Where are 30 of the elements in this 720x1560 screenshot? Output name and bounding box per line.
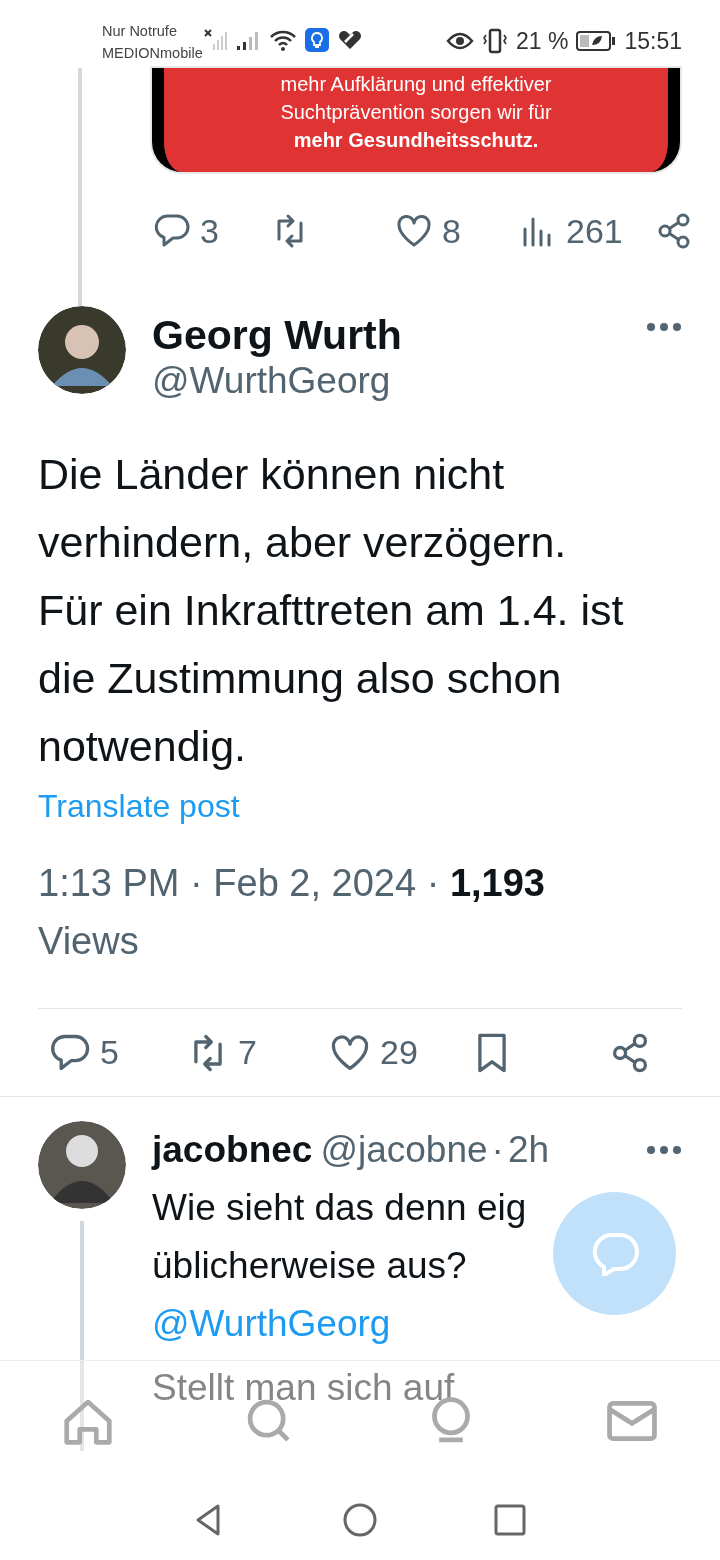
image-caption: mehr Aufklärung und effektiver Suchtprävention sorgen wir für mehr Gesundheitsschutz. xyxy=(279,72,553,153)
author-name[interactable]: Georg Wurth xyxy=(152,312,646,358)
reply-text: üblicherweise aus? xyxy=(152,1244,467,1288)
no-signal-icon xyxy=(202,28,227,52)
battery-percent: 21 % xyxy=(516,27,569,56)
post-timestamp: 1:13 PM · Feb 2, 2024 · 1,193 Views xyxy=(38,861,546,964)
post-time: 2h xyxy=(507,1128,550,1172)
author-handle[interactable]: @WurthGeorg xyxy=(152,358,646,404)
post-text: Die Länder können nicht verhindern, aber verzögern. Für ein Inkrafttreten am 1.4. ist die Zustimmung also schon notwendig. xyxy=(38,449,625,772)
reply-count: 5 xyxy=(100,1032,119,1073)
heart-badge-icon xyxy=(336,28,363,52)
reply-text: Stellt man sich auf xyxy=(152,1366,456,1410)
author-name[interactable]: jacobnec xyxy=(152,1121,313,1179)
battery-icon xyxy=(576,30,617,53)
lightbulb-icon xyxy=(304,28,329,52)
author-handle[interactable]: @jacobne xyxy=(320,1121,488,1179)
repost-count: 7 xyxy=(238,1032,257,1073)
reply-text: Wie sieht das denn eig xyxy=(152,1186,527,1230)
separator: · xyxy=(491,1128,504,1172)
carrier-name: Nur Notrufe xyxy=(102,22,178,41)
like-count: 8 xyxy=(442,210,461,252)
wifi-icon xyxy=(268,28,297,52)
carrier-name: MEDIONmobile xyxy=(102,44,203,63)
clock: 15:51 xyxy=(624,27,682,56)
like-count: 29 xyxy=(380,1032,418,1073)
more-icon[interactable] xyxy=(646,1145,682,1155)
views-count: 261 xyxy=(566,210,623,252)
reply-count: 3 xyxy=(200,210,219,252)
more-icon[interactable] xyxy=(646,322,682,332)
vibrate-icon xyxy=(482,28,508,55)
